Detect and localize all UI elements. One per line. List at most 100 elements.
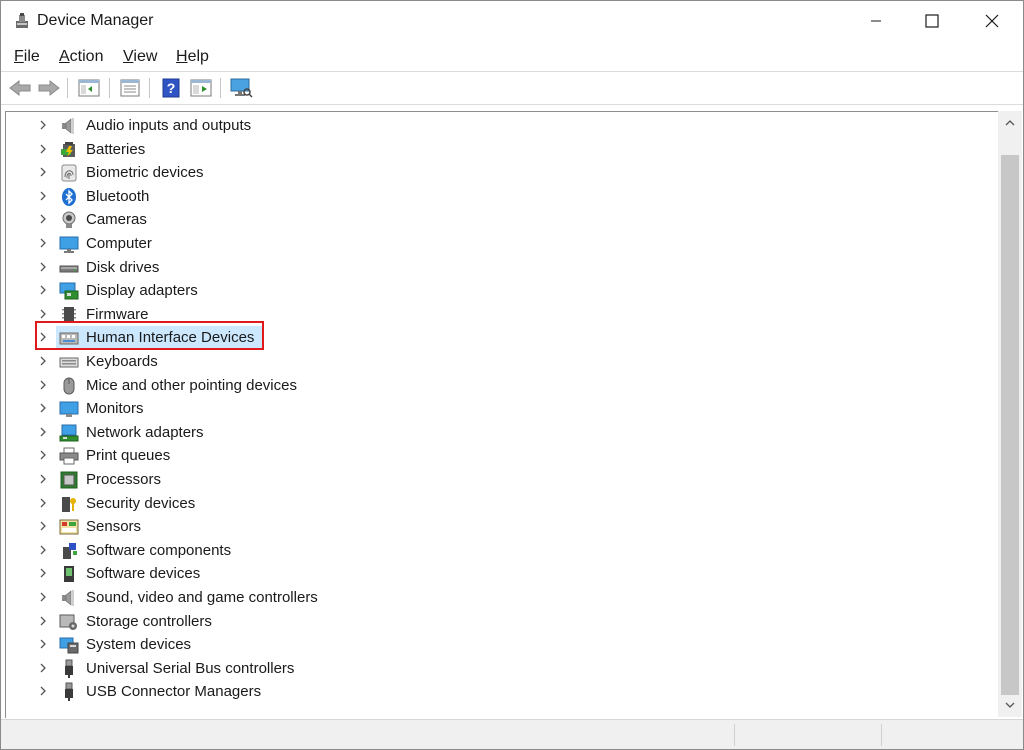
properties-button[interactable] xyxy=(118,77,142,99)
status-pane xyxy=(734,724,735,746)
chevron-down-icon xyxy=(1005,702,1015,708)
tree-item-keyboards[interactable]: Keyboards xyxy=(6,350,996,373)
chevron-right-icon[interactable] xyxy=(38,120,48,130)
toolbar: ? xyxy=(1,71,1023,105)
tree-item-disk-drives[interactable]: Disk drives xyxy=(6,256,996,279)
minimize-button[interactable] xyxy=(853,1,899,41)
tree-item-software-devices[interactable]: Software devices xyxy=(6,562,996,585)
tree-item-mice-and-other-pointing-devices[interactable]: Mice and other pointing devices xyxy=(6,374,996,397)
tree-item-monitors[interactable]: Monitors xyxy=(6,397,996,420)
scan-hardware-button[interactable] xyxy=(229,77,253,99)
chevron-right-icon[interactable] xyxy=(38,309,48,319)
tree-item-batteries[interactable]: Batteries xyxy=(6,138,996,161)
chevron-right-icon[interactable] xyxy=(38,427,48,437)
processor-icon xyxy=(60,471,78,489)
speaker-icon xyxy=(62,118,74,134)
tree-item-bluetooth[interactable]: Bluetooth xyxy=(6,185,996,208)
menu-action[interactable]: Action xyxy=(59,48,103,66)
chevron-right-icon[interactable] xyxy=(38,616,48,626)
menu-help[interactable]: Help xyxy=(176,48,209,66)
menu-bar: File Action View Help xyxy=(1,43,1023,69)
device-tree[interactable]: Audio inputs and outputs Batteries Biometr… xyxy=(5,111,999,718)
run-icon xyxy=(190,79,212,97)
tree-item-sound-video-and-game-controllers[interactable]: Sound, video and game controllers xyxy=(6,586,996,609)
chevron-right-icon[interactable] xyxy=(38,545,48,555)
show-hide-console-tree-button[interactable] xyxy=(77,77,101,99)
tree-item-computer[interactable]: Computer xyxy=(6,232,996,255)
tree-item-label: Sound, video and game controllers xyxy=(86,589,318,606)
chevron-right-icon[interactable] xyxy=(38,686,48,696)
menu-view[interactable]: View xyxy=(123,48,157,66)
tree-item-label: Mice and other pointing devices xyxy=(86,376,297,394)
scroll-down-button[interactable] xyxy=(998,693,1022,717)
run-button[interactable] xyxy=(189,77,213,99)
tree-item-processors[interactable]: Processors xyxy=(6,468,996,491)
tree-item-cameras[interactable]: Cameras xyxy=(6,208,996,231)
tree-item-network-adapters[interactable]: Network adapters xyxy=(6,421,996,444)
vertical-scrollbar[interactable] xyxy=(998,111,1022,717)
chevron-right-icon[interactable] xyxy=(38,592,48,602)
chevron-right-icon[interactable] xyxy=(38,568,48,578)
monitor-icon xyxy=(59,401,79,418)
properties-icon xyxy=(120,79,140,97)
tree-item-security-devices[interactable]: Security devices xyxy=(6,492,996,515)
highlight-box-human-interface-devices xyxy=(35,321,264,350)
chevron-right-icon[interactable] xyxy=(38,167,48,177)
tree-item-biometric-devices[interactable]: Biometric devices xyxy=(6,161,996,184)
forward-arrow-icon xyxy=(38,79,60,97)
tree-item-label: Display adapters xyxy=(86,282,198,300)
chevron-right-icon[interactable] xyxy=(38,521,48,531)
tree-item-label: Batteries xyxy=(86,140,146,158)
back-button[interactable] xyxy=(8,77,32,99)
tree-item-system-devices[interactable]: System devices xyxy=(6,633,996,656)
keyboard-icon xyxy=(59,357,79,368)
tree-item-label: Disk drives xyxy=(86,258,160,276)
tree-item-label: Monitors xyxy=(86,400,144,418)
bluetooth-icon xyxy=(62,187,76,206)
help-icon: ? xyxy=(162,78,180,98)
network-adapter-icon xyxy=(59,424,79,442)
svg-text:?: ? xyxy=(167,80,176,96)
close-button[interactable] xyxy=(969,1,1015,41)
chevron-right-icon[interactable] xyxy=(38,639,48,649)
chevron-right-icon[interactable] xyxy=(38,450,48,460)
scroll-up-button[interactable] xyxy=(998,111,1022,135)
sensor-icon xyxy=(59,519,79,535)
tree-item-print-queues[interactable]: Print queues xyxy=(6,444,996,467)
tree-item-label: Print queues xyxy=(86,447,171,465)
menu-file[interactable]: File xyxy=(14,48,40,66)
tree-item-universal-serial-bus-controllers[interactable]: Universal Serial Bus controllers xyxy=(6,657,996,680)
scrollbar-thumb[interactable] xyxy=(1001,155,1019,695)
tree-item-software-components[interactable]: Software components xyxy=(6,539,996,562)
chevron-right-icon[interactable] xyxy=(38,285,48,295)
chevron-right-icon[interactable] xyxy=(38,214,48,224)
chevron-right-icon[interactable] xyxy=(38,474,48,484)
chevron-right-icon[interactable] xyxy=(38,380,48,390)
chevron-right-icon[interactable] xyxy=(38,663,48,673)
tree-item-usb-connector-managers[interactable]: USB Connector Managers xyxy=(6,680,996,703)
chevron-right-icon[interactable] xyxy=(38,403,48,413)
tree-item-label: USB Connector Managers xyxy=(86,683,262,701)
forward-button[interactable] xyxy=(37,77,61,99)
tree-item-storage-controllers[interactable]: Storage controllers xyxy=(6,610,996,633)
chevron-right-icon[interactable] xyxy=(38,238,48,248)
chevron-right-icon[interactable] xyxy=(38,262,48,272)
tree-item-label: Computer xyxy=(86,235,152,252)
tree-item-label: Universal Serial Bus controllers xyxy=(86,659,295,677)
tree-item-label: Bluetooth xyxy=(86,187,150,205)
battery-icon xyxy=(61,141,75,157)
chevron-right-icon[interactable] xyxy=(38,356,48,366)
tree-item-display-adapters[interactable]: Display adapters xyxy=(6,279,996,302)
chevron-right-icon[interactable] xyxy=(38,498,48,508)
tree-item-sensors[interactable]: Sensors xyxy=(6,515,996,538)
tree-item-label: Software components xyxy=(86,541,232,559)
chevron-right-icon[interactable] xyxy=(38,144,48,154)
device-manager-window: Device Manager File Action View Help ? A… xyxy=(0,0,1024,750)
tree-item-label: Keyboards xyxy=(86,353,158,370)
maximize-button[interactable] xyxy=(909,1,955,41)
status-bar xyxy=(1,719,1023,749)
chevron-right-icon[interactable] xyxy=(38,191,48,201)
security-device-icon xyxy=(62,496,76,512)
help-button[interactable]: ? xyxy=(159,77,183,99)
tree-item-audio-inputs-and-outputs[interactable]: Audio inputs and outputs xyxy=(6,114,996,137)
